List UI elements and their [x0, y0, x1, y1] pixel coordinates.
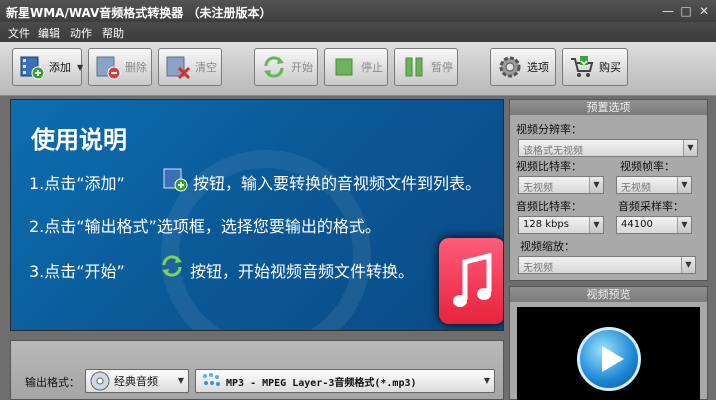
chevron-down-icon[interactable]: ▼ — [77, 63, 83, 72]
menu-edit[interactable]: 编辑 — [38, 25, 60, 41]
stop-label: 停止 — [361, 61, 383, 74]
title-bar: 新星WMA/WAV音频格式转换器 （未注册版本） — □ ✕ — [0, 0, 716, 22]
format-category-select[interactable]: 经典音频 ▼ — [85, 369, 189, 393]
delete-file-icon — [96, 56, 121, 80]
chevron-down-icon: ▼ — [483, 376, 490, 385]
video-framerate-select[interactable]: 无视频 ▼ — [616, 176, 692, 194]
output-format-label: 输出格式： — [25, 376, 80, 389]
pause-icon — [405, 57, 423, 77]
menu-bar: 文件 编辑 动作 帮助 — [0, 22, 716, 42]
chevron-down-icon: ▼ — [589, 177, 603, 193]
clear-button[interactable]: 清空 — [158, 48, 222, 86]
instruction-line-1b: 按钮，输入要转换的音视频文件到列表。 — [193, 174, 482, 193]
video-framerate-label: 视频帧率： — [620, 160, 675, 173]
menu-help[interactable]: 帮助 — [102, 25, 124, 41]
instruction-line-3a: 3.点击“开始” — [29, 262, 125, 281]
main-area: 使用说明 1.点击“添加” 按钮，输入要转换的音视频文件到列表。 2.点击“输出… — [0, 96, 716, 400]
video-resolution-label: 视频分辨率： — [516, 123, 582, 136]
start-button[interactable]: 开始 — [254, 48, 318, 86]
audio-samplerate-label: 音频采样率： — [618, 200, 684, 213]
add-button[interactable]: 添加 ▼ — [12, 48, 83, 86]
video-preview-title: 视频预览 — [510, 287, 707, 302]
instruction-line-2: 2.点击“输出格式”选项框，选择您要输出的格式。 — [29, 217, 381, 236]
buy-label: 购买 — [599, 61, 621, 74]
output-format-bar: 输出格式： 经典音频 ▼ MP3 - MPEG Layer-3音频格式(*.mp… — [10, 340, 504, 400]
options-button[interactable]: 选项 — [490, 48, 556, 86]
chevron-down-icon: ▼ — [677, 217, 691, 233]
video-resolution-value: 该格式无视频 — [523, 146, 583, 157]
preview-screen — [517, 307, 700, 400]
start-label: 开始 — [291, 61, 313, 74]
video-bitrate-select[interactable]: 无视频 ▼ — [518, 176, 604, 194]
buy-button[interactable]: 购买 — [562, 48, 628, 86]
refresh-icon — [162, 255, 182, 277]
maximize-icon[interactable]: □ — [678, 3, 694, 19]
chevron-down-icon: ▼ — [589, 217, 603, 233]
video-bitrate-value: 无视频 — [523, 183, 553, 194]
audio-wave-icon — [203, 373, 220, 386]
video-scale-select[interactable]: 无视频 ▼ — [518, 256, 696, 274]
audio-samplerate-select[interactable]: 44100 ▼ — [616, 216, 692, 234]
chevron-down-icon: ▼ — [683, 140, 697, 156]
output-format-select[interactable]: MP3 - MPEG Layer-3音频格式(*.mp3) ▼ — [195, 369, 495, 393]
delete-button[interactable]: 删除 — [88, 48, 152, 86]
clear-label: 清空 — [195, 61, 217, 74]
minimize-icon[interactable]: — — [660, 3, 676, 19]
preset-options-title: 预置选项 — [510, 100, 707, 115]
menu-action[interactable]: 动作 — [70, 25, 92, 41]
video-framerate-value: 无视频 — [621, 183, 651, 194]
instructions-banner: 使用说明 1.点击“添加” 按钮，输入要转换的音视频文件到列表。 2.点击“输出… — [10, 99, 504, 331]
video-bitrate-label: 视频比特率： — [516, 160, 582, 173]
close-icon[interactable]: ✕ — [696, 3, 712, 19]
instruction-line-3b: 按钮，开始视频音频文件转换。 — [190, 262, 415, 281]
gear-icon — [499, 56, 521, 78]
pause-label: 暂停 — [431, 61, 453, 74]
chevron-down-icon: ▼ — [681, 257, 695, 273]
chevron-down-icon: ▼ — [677, 177, 691, 193]
stop-button[interactable]: 停止 — [324, 48, 388, 86]
audio-bitrate-select[interactable]: 128 kbps ▼ — [518, 216, 604, 234]
toolbar: 添加 ▼ 删除 清空 开始 停止 暂停 选项 购买 — [0, 42, 716, 96]
cd-icon — [90, 371, 110, 391]
clear-list-icon — [166, 56, 191, 80]
output-format-value: MP3 - MPEG Layer-3音频格式(*.mp3) — [226, 377, 417, 389]
chevron-down-icon: ▼ — [177, 376, 184, 385]
add-label: 添加 — [49, 61, 71, 74]
audio-bitrate-value: 128 kbps — [523, 219, 569, 230]
video-scale-value: 无视频 — [523, 263, 553, 274]
pause-button[interactable]: 暂停 — [394, 48, 458, 86]
video-preview-panel: 视频预览 — [509, 286, 708, 400]
music-note-icon — [439, 238, 503, 324]
shopping-cart-icon — [571, 56, 594, 77]
play-icon[interactable] — [577, 327, 641, 391]
stop-icon — [335, 58, 353, 76]
preset-options-panel: 预置选项 视频分辨率： 该格式无视频 ▼ 视频比特率： 视频帧率： 无视频 ▼ … — [509, 99, 708, 281]
audio-samplerate-value: 44100 — [621, 219, 653, 230]
add-file-icon — [20, 56, 45, 80]
refresh-icon — [264, 56, 284, 78]
play-triangle — [602, 346, 624, 372]
options-label: 选项 — [527, 61, 549, 74]
delete-label: 删除 — [125, 61, 147, 74]
menu-file[interactable]: 文件 — [8, 25, 30, 41]
video-resolution-select[interactable]: 该格式无视频 ▼ — [518, 139, 698, 157]
instruction-line-1a: 1.点击“添加” — [29, 174, 125, 193]
window-title: 新星WMA/WAV音频格式转换器 （未注册版本） — [6, 6, 272, 20]
format-category-value: 经典音频 — [114, 375, 158, 388]
add-file-icon — [163, 168, 188, 192]
instructions-title: 使用说明 — [31, 126, 127, 154]
video-scale-label: 视频缩放： — [520, 240, 575, 253]
audio-bitrate-label: 音频比特率： — [516, 200, 582, 213]
